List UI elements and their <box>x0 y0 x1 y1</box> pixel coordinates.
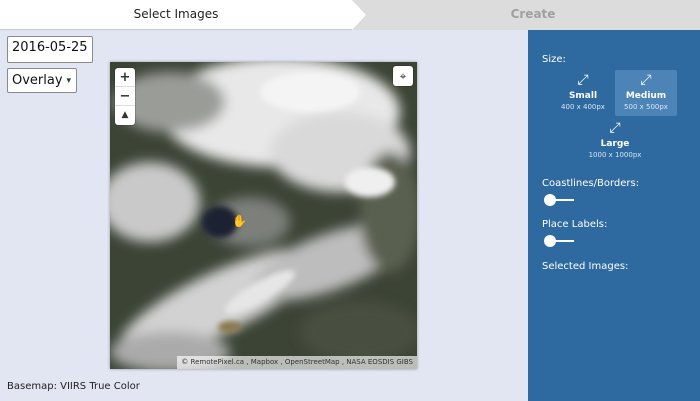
toggle-knob <box>544 235 556 247</box>
hand-cursor-icon: ✋ <box>232 214 247 228</box>
step-select-images-label: Select Images <box>133 7 219 21</box>
zoom-out-button[interactable]: − <box>115 87 135 106</box>
size-dims: 1000 x 1000px <box>588 151 642 159</box>
compass-button[interactable]: ▲ <box>115 106 135 125</box>
layer-select-value: Overlay <box>12 73 63 88</box>
selected-images-heading: Selected Images: <box>542 261 629 272</box>
expand-arrows-icon: ⤢ <box>609 120 621 136</box>
size-name: Large <box>600 139 630 149</box>
coastlines-heading: Coastlines/Borders: <box>542 178 640 189</box>
expand-arrows-icon: ⤢ <box>577 72 589 88</box>
toggle-knob <box>544 194 556 206</box>
size-heading: Size: <box>542 54 566 65</box>
map-attribution: © RemotePixel.ca , Mapbox , OpenStreetMa… <box>177 356 417 369</box>
size-option-medium[interactable]: ⤢ Medium 500 x 500px <box>615 70 677 116</box>
chevron-down-icon: ▾ <box>66 75 72 86</box>
step-bar: Select Images Create <box>0 0 700 30</box>
zoom-in-button[interactable]: + <box>115 68 135 87</box>
basemap-label: Basemap: VIIRS True Color <box>7 381 140 392</box>
satellite-imagery <box>110 62 417 369</box>
size-name: Medium <box>625 91 667 101</box>
date-input[interactable]: 2016-05-25 <box>7 36 93 63</box>
zoom-control: + − ▲ <box>115 68 135 125</box>
size-dims: 500 x 500px <box>624 103 668 111</box>
recenter-icon[interactable]: ⌖ <box>393 66 413 86</box>
place-labels-heading: Place Labels: <box>542 219 608 230</box>
step-arrow <box>352 0 366 30</box>
step-create-label[interactable]: Create <box>366 7 700 21</box>
size-option-large[interactable]: ⤢ Large 1000 x 1000px <box>580 118 650 164</box>
place-labels-toggle[interactable] <box>544 235 574 247</box>
size-name: Small <box>568 91 598 101</box>
map-view[interactable]: + − ▲ ⌖ ✋ © RemotePixel.ca , Mapbox , Op… <box>110 62 417 369</box>
expand-arrows-icon: ⤢ <box>640 72 652 88</box>
layer-select[interactable]: Overlay ▾ <box>7 68 77 93</box>
coastlines-toggle[interactable] <box>544 194 574 206</box>
options-panel: Size: ⤢ Small 400 x 400px ⤢ Medium 500 x… <box>528 30 700 401</box>
size-option-small[interactable]: ⤢ Small 400 x 400px <box>552 70 614 116</box>
size-dims: 400 x 400px <box>561 103 605 111</box>
